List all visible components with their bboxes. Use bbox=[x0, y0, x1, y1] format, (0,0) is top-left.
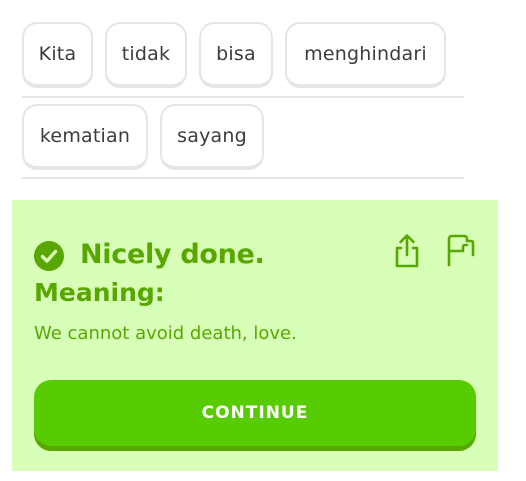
word-tile-bisa[interactable]: bisa bbox=[199, 22, 273, 88]
meaning-label: Meaning: bbox=[34, 278, 165, 307]
word-tile-kematian[interactable]: kematian bbox=[22, 104, 148, 170]
flag-icon[interactable] bbox=[442, 230, 476, 268]
word-tile-kita[interactable]: Kita bbox=[22, 22, 93, 88]
answer-line-2 bbox=[22, 177, 464, 179]
meaning-text: We cannot avoid death, love. bbox=[34, 323, 297, 344]
word-tile-sayang[interactable]: sayang bbox=[160, 104, 264, 170]
continue-button[interactable]: CONTINUE bbox=[34, 380, 476, 446]
feedback-title: Nicely done. bbox=[80, 239, 265, 270]
check-circle-icon bbox=[34, 241, 64, 271]
answer-line-1 bbox=[22, 96, 464, 98]
word-tile-tidak[interactable]: tidak bbox=[105, 22, 187, 88]
feedback-panel: Nicely done. Meaning: We cannot avoid de… bbox=[12, 200, 498, 471]
answer-area: Kita tidak bisa menghindari kematian say… bbox=[0, 0, 526, 200]
word-tile-menghindari[interactable]: menghindari bbox=[285, 22, 446, 88]
share-icon[interactable] bbox=[390, 232, 424, 270]
